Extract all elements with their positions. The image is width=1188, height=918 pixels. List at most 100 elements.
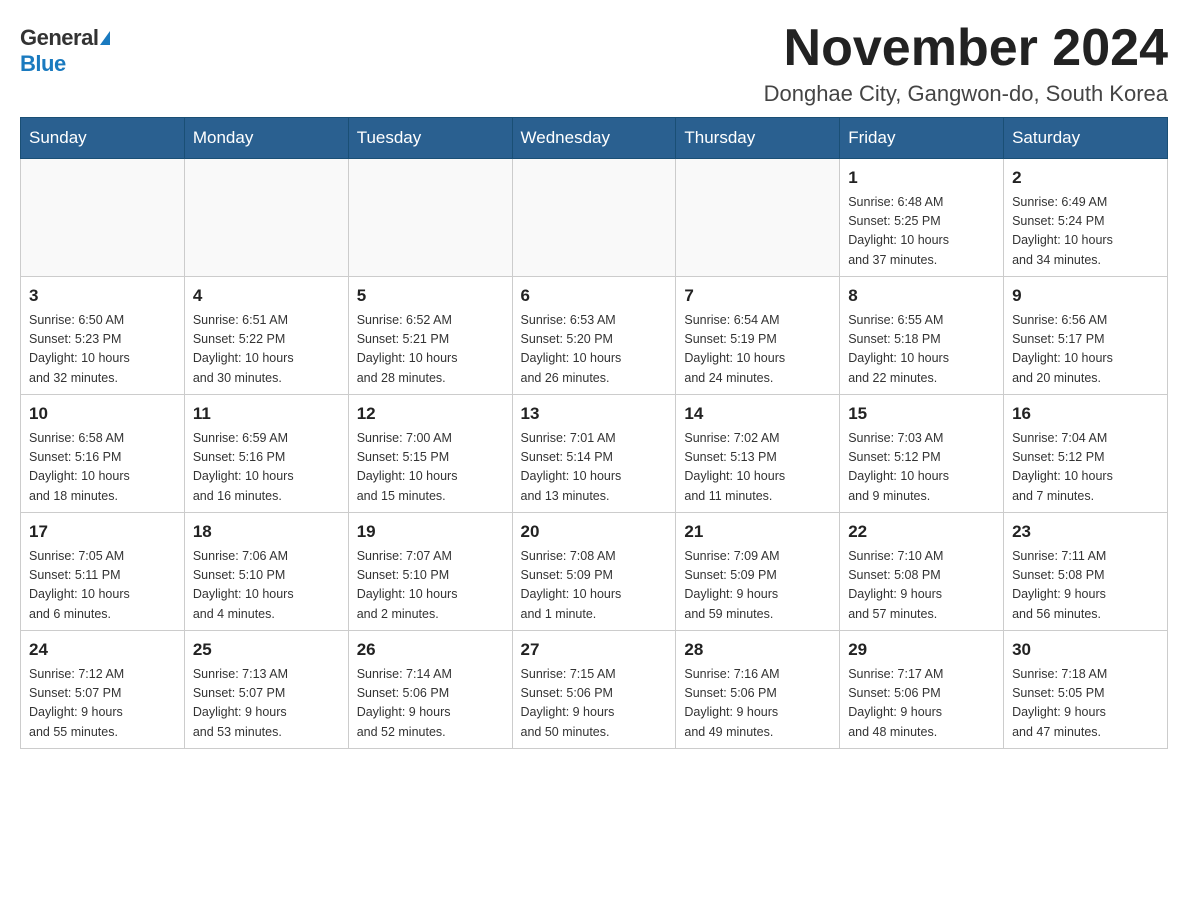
calendar-cell: 27Sunrise: 7:15 AMSunset: 5:06 PMDayligh… [512,631,676,749]
day-info: Sunrise: 6:54 AMSunset: 5:19 PMDaylight:… [684,311,831,389]
calendar-cell: 23Sunrise: 7:11 AMSunset: 5:08 PMDayligh… [1004,513,1168,631]
day-info: Sunrise: 6:51 AMSunset: 5:22 PMDaylight:… [193,311,340,389]
day-number: 1 [848,165,995,191]
day-number: 14 [684,401,831,427]
day-number: 28 [684,637,831,663]
logo: General Blue [20,20,110,77]
day-number: 5 [357,283,504,309]
header-wednesday: Wednesday [512,118,676,159]
day-info: Sunrise: 7:03 AMSunset: 5:12 PMDaylight:… [848,429,995,507]
day-info: Sunrise: 6:48 AMSunset: 5:25 PMDaylight:… [848,193,995,271]
calendar-cell: 26Sunrise: 7:14 AMSunset: 5:06 PMDayligh… [348,631,512,749]
calendar-cell: 16Sunrise: 7:04 AMSunset: 5:12 PMDayligh… [1004,395,1168,513]
header-friday: Friday [840,118,1004,159]
logo-triangle-icon [100,31,110,45]
calendar-cell: 3Sunrise: 6:50 AMSunset: 5:23 PMDaylight… [21,277,185,395]
day-number: 27 [521,637,668,663]
day-info: Sunrise: 7:10 AMSunset: 5:08 PMDaylight:… [848,547,995,625]
day-info: Sunrise: 6:56 AMSunset: 5:17 PMDaylight:… [1012,311,1159,389]
day-number: 29 [848,637,995,663]
calendar-cell: 7Sunrise: 6:54 AMSunset: 5:19 PMDaylight… [676,277,840,395]
header-sunday: Sunday [21,118,185,159]
calendar-cell [184,159,348,277]
calendar-cell: 22Sunrise: 7:10 AMSunset: 5:08 PMDayligh… [840,513,1004,631]
calendar-cell: 29Sunrise: 7:17 AMSunset: 5:06 PMDayligh… [840,631,1004,749]
header: General Blue November 2024 Donghae City,… [20,20,1168,107]
calendar-table: SundayMondayTuesdayWednesdayThursdayFrid… [20,117,1168,749]
day-info: Sunrise: 7:02 AMSunset: 5:13 PMDaylight:… [684,429,831,507]
day-number: 8 [848,283,995,309]
day-number: 13 [521,401,668,427]
day-info: Sunrise: 6:53 AMSunset: 5:20 PMDaylight:… [521,311,668,389]
day-number: 23 [1012,519,1159,545]
day-number: 10 [29,401,176,427]
day-info: Sunrise: 7:13 AMSunset: 5:07 PMDaylight:… [193,665,340,743]
calendar-cell: 5Sunrise: 6:52 AMSunset: 5:21 PMDaylight… [348,277,512,395]
day-number: 4 [193,283,340,309]
day-info: Sunrise: 7:14 AMSunset: 5:06 PMDaylight:… [357,665,504,743]
calendar-cell: 4Sunrise: 6:51 AMSunset: 5:22 PMDaylight… [184,277,348,395]
day-info: Sunrise: 7:18 AMSunset: 5:05 PMDaylight:… [1012,665,1159,743]
day-number: 7 [684,283,831,309]
day-number: 3 [29,283,176,309]
header-monday: Monday [184,118,348,159]
day-info: Sunrise: 7:05 AMSunset: 5:11 PMDaylight:… [29,547,176,625]
week-row-2: 3Sunrise: 6:50 AMSunset: 5:23 PMDaylight… [21,277,1168,395]
header-thursday: Thursday [676,118,840,159]
day-info: Sunrise: 6:55 AMSunset: 5:18 PMDaylight:… [848,311,995,389]
calendar-cell: 9Sunrise: 6:56 AMSunset: 5:17 PMDaylight… [1004,277,1168,395]
calendar-cell: 8Sunrise: 6:55 AMSunset: 5:18 PMDaylight… [840,277,1004,395]
week-row-1: 1Sunrise: 6:48 AMSunset: 5:25 PMDaylight… [21,159,1168,277]
day-number: 30 [1012,637,1159,663]
calendar-cell: 25Sunrise: 7:13 AMSunset: 5:07 PMDayligh… [184,631,348,749]
calendar-cell: 14Sunrise: 7:02 AMSunset: 5:13 PMDayligh… [676,395,840,513]
header-saturday: Saturday [1004,118,1168,159]
calendar-cell: 11Sunrise: 6:59 AMSunset: 5:16 PMDayligh… [184,395,348,513]
day-number: 2 [1012,165,1159,191]
day-number: 11 [193,401,340,427]
day-number: 22 [848,519,995,545]
calendar-cell: 28Sunrise: 7:16 AMSunset: 5:06 PMDayligh… [676,631,840,749]
calendar-cell: 30Sunrise: 7:18 AMSunset: 5:05 PMDayligh… [1004,631,1168,749]
day-info: Sunrise: 7:09 AMSunset: 5:09 PMDaylight:… [684,547,831,625]
calendar-cell [21,159,185,277]
calendar-cell: 18Sunrise: 7:06 AMSunset: 5:10 PMDayligh… [184,513,348,631]
day-number: 9 [1012,283,1159,309]
calendar-cell: 21Sunrise: 7:09 AMSunset: 5:09 PMDayligh… [676,513,840,631]
day-info: Sunrise: 7:06 AMSunset: 5:10 PMDaylight:… [193,547,340,625]
day-info: Sunrise: 7:17 AMSunset: 5:06 PMDaylight:… [848,665,995,743]
day-info: Sunrise: 6:50 AMSunset: 5:23 PMDaylight:… [29,311,176,389]
day-info: Sunrise: 7:07 AMSunset: 5:10 PMDaylight:… [357,547,504,625]
day-info: Sunrise: 7:04 AMSunset: 5:12 PMDaylight:… [1012,429,1159,507]
calendar-cell: 13Sunrise: 7:01 AMSunset: 5:14 PMDayligh… [512,395,676,513]
day-number: 18 [193,519,340,545]
day-info: Sunrise: 7:00 AMSunset: 5:15 PMDaylight:… [357,429,504,507]
day-number: 26 [357,637,504,663]
day-info: Sunrise: 7:12 AMSunset: 5:07 PMDaylight:… [29,665,176,743]
calendar-cell: 6Sunrise: 6:53 AMSunset: 5:20 PMDaylight… [512,277,676,395]
calendar-cell: 2Sunrise: 6:49 AMSunset: 5:24 PMDaylight… [1004,159,1168,277]
day-number: 16 [1012,401,1159,427]
day-info: Sunrise: 7:16 AMSunset: 5:06 PMDaylight:… [684,665,831,743]
calendar-cell: 10Sunrise: 6:58 AMSunset: 5:16 PMDayligh… [21,395,185,513]
calendar-header-row: SundayMondayTuesdayWednesdayThursdayFrid… [21,118,1168,159]
week-row-4: 17Sunrise: 7:05 AMSunset: 5:11 PMDayligh… [21,513,1168,631]
day-info: Sunrise: 7:15 AMSunset: 5:06 PMDaylight:… [521,665,668,743]
week-row-5: 24Sunrise: 7:12 AMSunset: 5:07 PMDayligh… [21,631,1168,749]
day-info: Sunrise: 6:58 AMSunset: 5:16 PMDaylight:… [29,429,176,507]
day-info: Sunrise: 6:52 AMSunset: 5:21 PMDaylight:… [357,311,504,389]
calendar-cell: 15Sunrise: 7:03 AMSunset: 5:12 PMDayligh… [840,395,1004,513]
title-area: November 2024 Donghae City, Gangwon-do, … [764,20,1168,107]
day-info: Sunrise: 6:49 AMSunset: 5:24 PMDaylight:… [1012,193,1159,271]
calendar-cell: 1Sunrise: 6:48 AMSunset: 5:25 PMDaylight… [840,159,1004,277]
logo-blue-text: Blue [20,51,66,77]
calendar-cell [676,159,840,277]
day-info: Sunrise: 7:08 AMSunset: 5:09 PMDaylight:… [521,547,668,625]
main-title: November 2024 [764,20,1168,77]
logo-general-text: General [20,25,98,51]
day-number: 17 [29,519,176,545]
calendar-cell: 20Sunrise: 7:08 AMSunset: 5:09 PMDayligh… [512,513,676,631]
day-number: 24 [29,637,176,663]
day-number: 20 [521,519,668,545]
header-tuesday: Tuesday [348,118,512,159]
